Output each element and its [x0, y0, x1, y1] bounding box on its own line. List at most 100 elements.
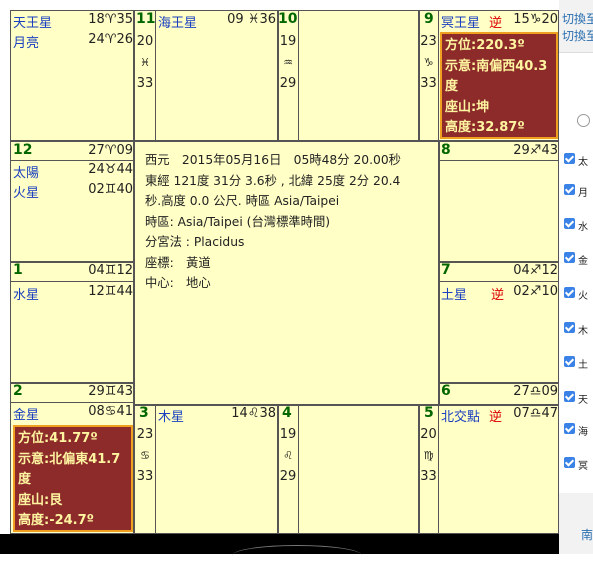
- switch-link-1[interactable]: 切換至: [562, 10, 593, 27]
- footer-link[interactable]: 南: [581, 526, 593, 543]
- cusp-sign: ♒: [283, 56, 293, 69]
- check-label-mars: 火: [578, 291, 588, 302]
- planet-uranus[interactable]: 天王星: [13, 12, 52, 31]
- house-3-number: 3: [139, 405, 149, 421]
- house-4-number: 4: [282, 405, 292, 421]
- planet-neptune[interactable]: 海王星: [158, 12, 197, 31]
- cusp-min: 33: [420, 469, 437, 484]
- house-5-cusp: 20 ♍ 33: [418, 424, 439, 487]
- planet-saturn[interactable]: 土星: [441, 284, 467, 303]
- house-7-number: 7: [441, 262, 451, 278]
- cusp-deg: 23: [136, 427, 154, 442]
- jupiter-pos: 14♌38: [231, 406, 276, 421]
- house-12-number: 12: [13, 142, 33, 158]
- uranus-pos: 18♈35: [88, 12, 133, 27]
- cusp-min: 29: [279, 469, 297, 484]
- check-label-jupiter: 木: [578, 326, 588, 337]
- moon-pos: 24♈26: [88, 32, 133, 47]
- planet-moon[interactable]: 月亮: [13, 32, 39, 51]
- pluto-info-box: 方位:220.3º 示意:南偏西40.3度 座山:坤 高度:32.87º: [440, 32, 558, 139]
- house-7-cusp: 04♐12: [513, 263, 558, 278]
- house-6-cusp: 27♎09: [513, 384, 558, 399]
- house-9-cusp: 23 ♑ 33: [418, 31, 439, 94]
- checkbox-jupiter[interactable]: [564, 322, 575, 333]
- azimuth: 方位:41.77º: [18, 431, 98, 446]
- wheel-arc: [232, 545, 362, 566]
- cusp-sign: ♑: [423, 56, 434, 69]
- center-info: 西元 2015年05月16日 05時48分 20.00秒 東經 121度 31分…: [145, 150, 401, 294]
- planet-sun[interactable]: 太陽: [13, 162, 39, 181]
- cusp-deg: 20: [136, 34, 154, 49]
- checkbox-moon[interactable]: [564, 184, 575, 195]
- check-label-uranus: 天: [578, 395, 588, 406]
- saturn-pos: 02♐10: [513, 284, 558, 299]
- house-4-cusp: 19 ♌ 29: [277, 424, 299, 487]
- house-4-cell: [278, 405, 419, 534]
- checkbox-saturn[interactable]: [564, 356, 575, 367]
- bottom-strip: [0, 534, 559, 554]
- center-line-coords: 東經 121度 31分 3.6秒 , 北緯 25度 2分 20.4: [145, 173, 401, 188]
- cusp-deg: 19: [279, 427, 297, 442]
- pluto-pos: 15♑20: [513, 12, 558, 27]
- house-9-number: 9: [424, 11, 434, 27]
- planet-jupiter[interactable]: 木星: [158, 406, 184, 425]
- center-line-coord-sys: 座標: 黃道: [145, 255, 211, 270]
- deviation: 示意:北偏東41.7度: [18, 451, 121, 488]
- checkbox-neptune[interactable]: [564, 423, 575, 434]
- check-label-sun: 太: [578, 157, 588, 168]
- house-12-sep: [10, 160, 134, 161]
- house-12-cusp: 27♈09: [88, 143, 133, 158]
- house-8-number: 8: [441, 142, 451, 158]
- cusp-min: 29: [279, 76, 297, 91]
- deviation: 示意:南偏西40.3度: [445, 58, 548, 95]
- check-label-pluto: 冥: [578, 461, 588, 472]
- house-5-number: 5: [424, 405, 434, 421]
- house-10-number: 10: [278, 11, 298, 27]
- house-10-cell: [278, 10, 419, 141]
- cusp-sign: ♓: [140, 56, 150, 69]
- mars-pos: 02♊40: [88, 182, 133, 197]
- house-1-number: 1: [13, 262, 23, 278]
- altitude: 高度:-24.7º: [18, 513, 95, 528]
- cusp-sign: ♌: [283, 449, 293, 462]
- house-1-sep: [10, 281, 134, 282]
- planet-mercury[interactable]: 水星: [13, 284, 39, 303]
- radio-button[interactable]: [577, 114, 590, 127]
- planet-mars[interactable]: 火星: [13, 182, 39, 201]
- check-label-mercury: 水: [578, 222, 588, 233]
- planet-north-node[interactable]: 北交點: [441, 406, 480, 425]
- center-line-date: 西元 2015年05月16日 05時48分 20.00秒: [145, 153, 401, 167]
- checkbox-sun[interactable]: [564, 153, 575, 164]
- mercury-pos: 12♊44: [88, 284, 133, 299]
- altitude: 高度:32.87º: [445, 120, 525, 135]
- check-label-moon: 月: [578, 188, 588, 199]
- center-line-center: 中心: 地心: [145, 276, 211, 290]
- house-2-number: 2: [13, 383, 23, 399]
- neptune-pos: 09 ♓36: [227, 12, 276, 27]
- venus-pos: 08♋41: [88, 404, 133, 419]
- checkbox-uranus[interactable]: [564, 391, 575, 402]
- cusp-min: 33: [136, 76, 154, 91]
- house-2-cusp: 29♊43: [88, 384, 133, 399]
- house-10-cusp: 19 ♒ 29: [277, 31, 299, 94]
- check-label-venus: 金: [578, 256, 588, 267]
- cusp-min: 33: [420, 76, 437, 91]
- checkbox-mars[interactable]: [564, 287, 575, 298]
- check-label-saturn: 土: [578, 360, 588, 371]
- checkbox-mercury[interactable]: [564, 218, 575, 229]
- cusp-deg: 20: [420, 427, 437, 442]
- house-3-cusp: 23 ♋ 33: [134, 424, 156, 487]
- cusp-sign: ♍: [423, 449, 434, 462]
- switch-link-2[interactable]: 切換至: [562, 27, 593, 44]
- planet-pluto[interactable]: 冥王星: [441, 12, 480, 31]
- checkbox-venus[interactable]: [564, 252, 575, 263]
- cusp-deg: 23: [420, 34, 437, 49]
- node-pos: 07♎47: [513, 406, 558, 421]
- venus-info-box: 方位:41.77º 示意:北偏東41.7度 座山:艮 高度:-24.7º: [13, 425, 133, 532]
- checkbox-pluto[interactable]: [564, 457, 575, 468]
- house-6-number: 6: [441, 383, 451, 399]
- center-line-tz: 時區: Asia/Taipei (台灣標準時間): [145, 214, 331, 229]
- house-11-cusp: 20 ♓ 33: [134, 31, 156, 94]
- planet-venus[interactable]: 金星: [13, 404, 39, 423]
- mountain: 座山:艮: [18, 492, 63, 508]
